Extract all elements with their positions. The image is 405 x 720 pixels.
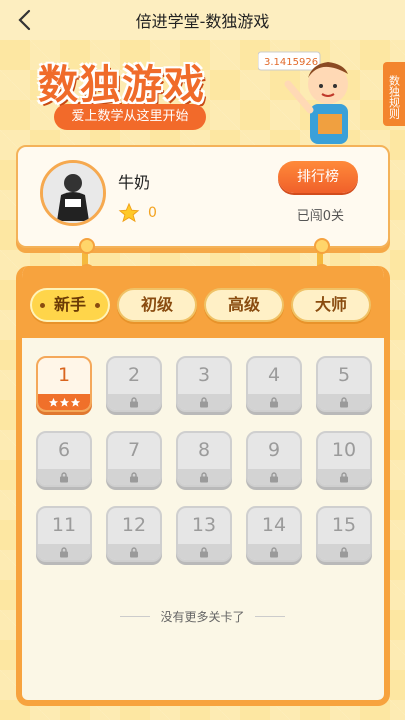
tab-advanced[interactable]: 高级 bbox=[204, 288, 284, 322]
level-6-button[interactable]: 6 bbox=[36, 431, 92, 487]
lock-icon bbox=[130, 396, 138, 407]
level-number: 10 bbox=[331, 439, 357, 461]
lock-icon bbox=[340, 546, 348, 557]
level-lock bbox=[108, 394, 160, 410]
level-number: 8 bbox=[197, 439, 211, 461]
level-5-button[interactable]: 5 bbox=[316, 356, 372, 412]
level-number: 7 bbox=[127, 439, 141, 461]
lock-icon bbox=[340, 396, 348, 407]
kid-illustration: 3.1415926 bbox=[258, 51, 348, 144]
avatar bbox=[40, 160, 106, 226]
level-star-icon bbox=[59, 397, 69, 407]
level-lock bbox=[178, 469, 230, 485]
level-lock bbox=[178, 394, 230, 410]
no-more-levels: 没有更多关卡了 bbox=[100, 608, 305, 625]
rules-button[interactable]: 数独规则 bbox=[383, 62, 405, 126]
lock-icon bbox=[270, 396, 278, 407]
tab-master[interactable]: 大师 bbox=[291, 288, 371, 322]
level-number: 2 bbox=[127, 364, 141, 386]
level-number: 3 bbox=[197, 364, 211, 386]
level-4-button[interactable]: 4 bbox=[246, 356, 302, 412]
level-lock bbox=[248, 394, 300, 410]
tab-beginner[interactable]: 初级 bbox=[117, 288, 197, 322]
level-lock bbox=[178, 544, 230, 560]
level-number: 4 bbox=[267, 364, 281, 386]
level-lock bbox=[108, 469, 160, 485]
lock-icon bbox=[200, 471, 208, 482]
user-name: 牛奶 bbox=[118, 173, 151, 192]
level-number: 15 bbox=[331, 514, 357, 536]
level-7-button[interactable]: 7 bbox=[106, 431, 162, 487]
level-lock bbox=[318, 469, 370, 485]
lock-icon bbox=[130, 546, 138, 557]
level-14-button[interactable]: 14 bbox=[246, 506, 302, 562]
level-lock bbox=[248, 469, 300, 485]
rules-label: 数独规则 bbox=[387, 75, 401, 119]
lock-icon bbox=[130, 471, 138, 482]
level-13-button[interactable]: 13 bbox=[176, 506, 232, 562]
banner-subtitle: 爱上数学从这里开始 bbox=[54, 104, 206, 130]
tab-novice[interactable]: 新手 bbox=[30, 288, 110, 322]
level-12-button[interactable]: 12 bbox=[106, 506, 162, 562]
level-number: 12 bbox=[121, 514, 147, 536]
chevron-left-icon bbox=[18, 9, 31, 31]
level-lock bbox=[38, 469, 90, 485]
level-number: 13 bbox=[191, 514, 217, 536]
board-text: 3.1415926 bbox=[264, 57, 318, 68]
lock-icon bbox=[340, 471, 348, 482]
lock-icon bbox=[270, 471, 278, 482]
difficulty-tabs: 新手 初级 高级 大师 bbox=[22, 266, 384, 338]
level-3-button[interactable]: 3 bbox=[176, 356, 232, 412]
level-board: 新手 初级 高级 大师 1 2 3 4 5 6 7 8 9 10 11 12 13 14 15 bbox=[16, 266, 390, 706]
back-button[interactable] bbox=[10, 6, 38, 34]
level-lock bbox=[318, 394, 370, 410]
level-lock bbox=[108, 544, 160, 560]
lock-icon bbox=[200, 396, 208, 407]
level-15-button[interactable]: 15 bbox=[316, 506, 372, 562]
leaderboard-button[interactable]: 排行榜 bbox=[278, 161, 358, 193]
level-2-button[interactable]: 2 bbox=[106, 356, 162, 412]
lock-icon bbox=[200, 546, 208, 557]
level-10-button[interactable]: 10 bbox=[316, 431, 372, 487]
page-title: 倍进学堂-数独游戏 bbox=[135, 12, 270, 31]
level-lock bbox=[248, 544, 300, 560]
level-lock bbox=[318, 544, 370, 560]
level-number: 6 bbox=[57, 439, 71, 461]
lock-icon bbox=[60, 471, 68, 482]
level-number: 1 bbox=[57, 364, 71, 386]
lock-icon bbox=[270, 546, 278, 557]
level-star-icon bbox=[70, 397, 80, 407]
top-bar: 倍进学堂-数独游戏 bbox=[0, 0, 405, 40]
level-8-button[interactable]: 8 bbox=[176, 431, 232, 487]
level-number: 5 bbox=[337, 364, 351, 386]
level-number: 14 bbox=[261, 514, 287, 536]
user-photo-icon bbox=[43, 163, 103, 223]
level-lock bbox=[38, 544, 90, 560]
level-number: 9 bbox=[267, 439, 281, 461]
star-count: 0 bbox=[148, 205, 157, 221]
level-9-button[interactable]: 9 bbox=[246, 431, 302, 487]
level-stars bbox=[38, 394, 90, 410]
lock-icon bbox=[60, 546, 68, 557]
level-1-button[interactable]: 1 bbox=[36, 356, 92, 412]
profile-card: 牛奶 0 排行榜 已闯0关 bbox=[16, 145, 390, 248]
level-11-button[interactable]: 11 bbox=[36, 506, 92, 562]
level-star-icon bbox=[48, 397, 58, 407]
star-icon bbox=[118, 202, 140, 223]
banner-title: 数独游戏 bbox=[38, 62, 206, 108]
levels-passed: 已闯0关 bbox=[296, 209, 344, 224]
level-number: 11 bbox=[51, 514, 77, 536]
